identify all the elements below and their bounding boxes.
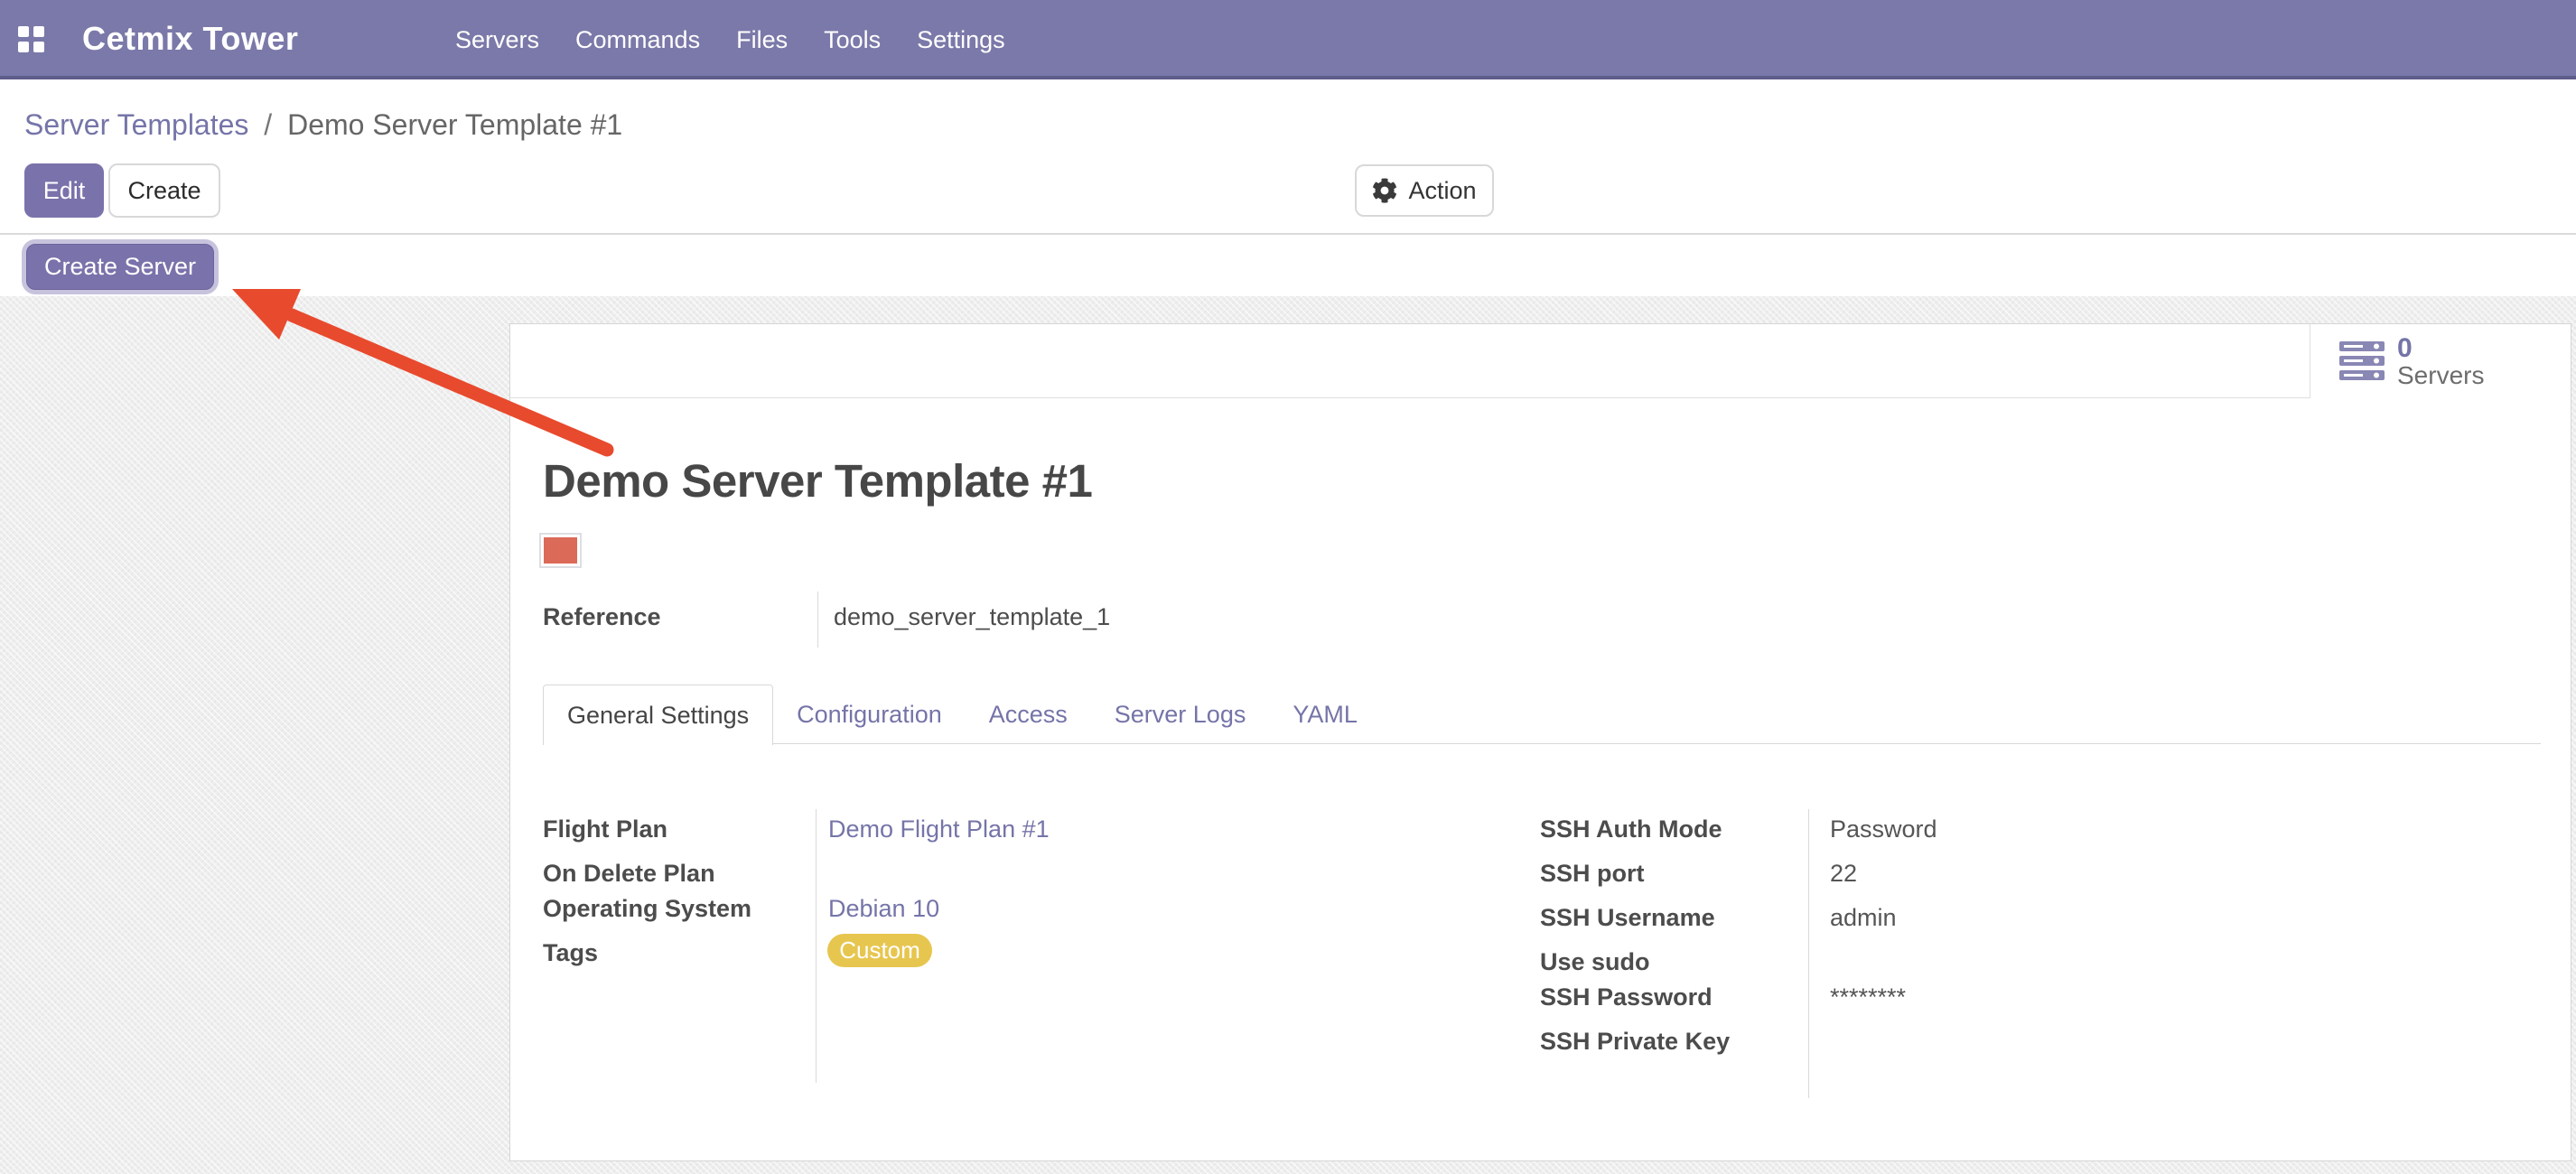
ssh-port-label: SSH port (1540, 860, 1645, 888)
screen: Cetmix Tower Servers Commands Files Tool… (0, 0, 2576, 1174)
tab-configuration[interactable]: Configuration (773, 685, 966, 744)
use-sudo-label: Use sudo (1540, 948, 1650, 976)
create-button[interactable]: Create (108, 163, 220, 218)
tab-yaml[interactable]: YAML (1269, 685, 1381, 744)
ssh-password-value: ******** (1830, 983, 1906, 1011)
tags-label: Tags (543, 939, 598, 967)
flight-plan-link[interactable]: Demo Flight Plan #1 (828, 815, 1050, 843)
ssh-private-key-label: SSH Private Key (1540, 1028, 1730, 1056)
breadcrumb-separator: / (257, 108, 279, 141)
operating-system-link[interactable]: Debian 10 (828, 895, 939, 923)
apps-grid-icon[interactable] (18, 26, 44, 52)
action-button[interactable]: Action (1355, 164, 1494, 217)
menu-item-settings[interactable]: Settings (917, 26, 1005, 54)
ssh-username-label: SSH Username (1540, 904, 1715, 932)
edit-button[interactable]: Edit (24, 163, 104, 218)
create-server-button[interactable]: Create Server (26, 244, 214, 290)
color-swatch-fill (544, 537, 577, 564)
color-swatch (539, 533, 582, 568)
servers-label: Servers (2397, 362, 2484, 388)
tab-access[interactable]: Access (966, 685, 1091, 744)
record-card: 0 Servers Demo Server Template #1 Refere… (509, 323, 2571, 1161)
right-column-separator (1808, 809, 1809, 1098)
ssh-port-value: 22 (1830, 860, 1857, 888)
button-box: 0 Servers (510, 324, 2571, 398)
reference-value: demo_server_template_1 (834, 603, 1110, 631)
breadcrumb-parent-link[interactable]: Server Templates (24, 108, 248, 141)
ssh-auth-mode-label: SSH Auth Mode (1540, 815, 1722, 843)
tab-server-logs[interactable]: Server Logs (1091, 685, 1270, 744)
tag-badge-custom: Custom (827, 934, 932, 967)
stat-text: 0 Servers (2397, 334, 2484, 389)
servers-stat-button[interactable]: 0 Servers (2310, 324, 2571, 398)
reference-separator (817, 592, 818, 648)
server-stack-icon (2339, 341, 2385, 381)
action-button-label: Action (1408, 177, 1476, 205)
ssh-username-value: admin (1830, 904, 1897, 932)
tabs: General Settings Configuration Access Se… (543, 685, 1381, 744)
content-area: 0 Servers Demo Server Template #1 Refere… (0, 296, 2576, 1174)
breadcrumb-current: Demo Server Template #1 (287, 108, 622, 141)
ssh-auth-mode-value: Password (1830, 815, 1937, 843)
tab-general-settings[interactable]: General Settings (543, 685, 773, 745)
top-navbar: Cetmix Tower Servers Commands Files Tool… (0, 0, 2576, 79)
menu-item-servers[interactable]: Servers (455, 26, 539, 54)
reference-label: Reference (543, 603, 661, 631)
record-title: Demo Server Template #1 (543, 454, 1092, 508)
on-delete-plan-label: On Delete Plan (543, 860, 715, 888)
gear-icon (1372, 178, 1397, 203)
flight-plan-label: Flight Plan (543, 815, 667, 843)
operating-system-label: Operating System (543, 895, 751, 923)
menu-item-commands[interactable]: Commands (575, 26, 700, 54)
ssh-password-label: SSH Password (1540, 983, 1713, 1011)
servers-count: 0 (2397, 334, 2484, 363)
status-button-row: Create Server (0, 235, 2576, 296)
app-title[interactable]: Cetmix Tower (82, 20, 298, 58)
left-column-separator (816, 809, 817, 1083)
main-menu: Servers Commands Files Tools Settings (455, 0, 1005, 79)
breadcrumb: Server Templates / Demo Server Template … (24, 108, 622, 142)
control-panel: Server Templates / Demo Server Template … (0, 83, 2576, 233)
menu-item-tools[interactable]: Tools (824, 26, 881, 54)
menu-item-files[interactable]: Files (736, 26, 788, 54)
